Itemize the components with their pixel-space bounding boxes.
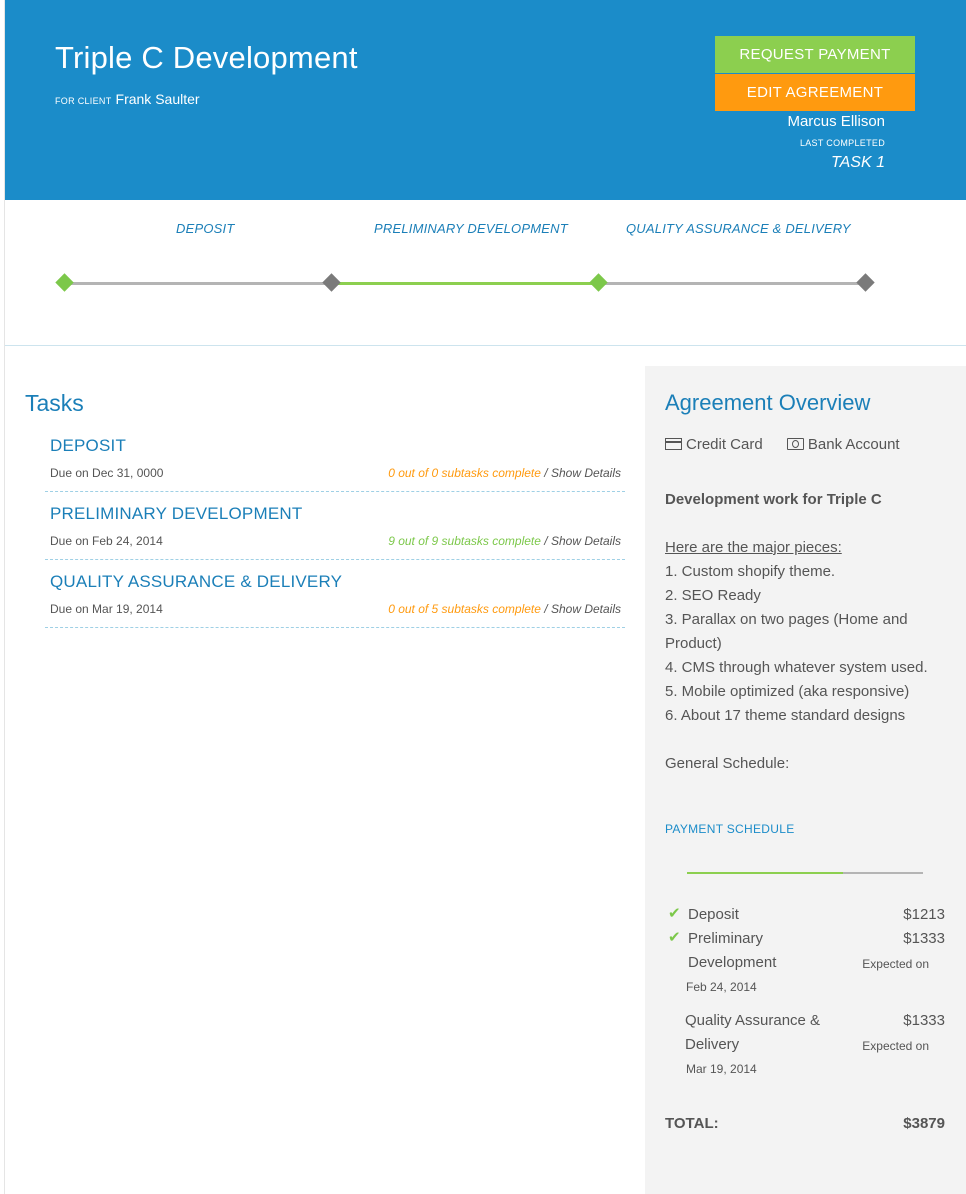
payment-expected-date: Mar 19, 2014 <box>686 1062 757 1076</box>
task-due-date: Due on Feb 24, 2014 <box>50 534 163 548</box>
task-name-link[interactable]: PRELIMINARY DEVELOPMENT <box>50 504 302 524</box>
client-label: FOR CLIENT <box>55 96 112 106</box>
description-line: 4. CMS through whatever system used. <box>665 659 928 676</box>
phase-label-deposit: DEPOSIT <box>176 221 235 236</box>
client-name: Frank Saulter <box>115 91 200 107</box>
owner-name: Marcus Ellison <box>787 113 885 130</box>
tasks-heading: Tasks <box>25 390 84 416</box>
task-row: PRELIMINARY DEVELOPMENT Due on Feb 24, 2… <box>45 504 625 560</box>
payment-item-amount: $1333 <box>903 1012 945 1029</box>
phase-label-quality-assurance: QUALITY ASSURANCE & DELIVERY <box>626 221 851 236</box>
bank-account-icon <box>786 438 804 450</box>
description-line: 6. About 17 theme standard designs <box>665 707 906 724</box>
milestone-node-1 <box>55 273 74 292</box>
show-details-link[interactable]: Show Details <box>551 534 621 548</box>
payment-item-name-text: Preliminary Development <box>688 930 777 971</box>
payment-item-amount: $1333 <box>903 930 945 947</box>
phase-label-preliminary-development: PRELIMINARY DEVELOPMENT <box>374 221 568 236</box>
milestone-progress: DEPOSIT PRELIMINARY DEVELOPMENT QUALITY … <box>5 200 966 346</box>
description-fade <box>665 768 955 786</box>
agreement-overview-panel: Agreement Overview Credit Card Bank Acco… <box>645 366 966 1194</box>
payment-item: ✔ Deposit $1213 <box>665 903 945 927</box>
description-heading: Development work for Triple C <box>665 491 882 508</box>
page-header: Triple C Development FOR CLIENT Frank Sau… <box>5 0 966 200</box>
milestone-node-3 <box>589 273 608 292</box>
task-meta: 9 out of 9 subtasks complete / Show Deta… <box>388 534 621 548</box>
progress-track-segment-2 <box>332 282 599 285</box>
progress-track-segment-3 <box>599 282 866 285</box>
task-name-link[interactable]: QUALITY ASSURANCE & DELIVERY <box>50 572 342 592</box>
agreement-description: Development work for Triple C Here are t… <box>665 488 955 786</box>
total-label: TOTAL: <box>665 1115 719 1132</box>
description-line: 2. SEO Ready <box>665 587 761 604</box>
payment-item-name: Deposit <box>688 906 739 923</box>
task-meta: 0 out of 5 subtasks complete / Show Deta… <box>388 602 621 616</box>
payment-expected-label: Expected on <box>862 957 929 971</box>
task-due-date: Due on Dec 31, 0000 <box>50 466 164 480</box>
payment-item-name-text: Quality Assurance & Delivery <box>685 1012 821 1053</box>
subtask-status: 0 out of 5 subtasks complete <box>388 602 541 616</box>
payment-methods: Credit Card Bank Account <box>665 436 920 453</box>
client-line: FOR CLIENT Frank Saulter <box>55 91 200 107</box>
payment-schedule-progress-fill <box>687 872 843 874</box>
show-details-link[interactable]: Show Details <box>551 466 621 480</box>
last-completed-label: LAST COMPLETED <box>799 138 885 148</box>
payment-method-bank-account[interactable]: Bank Account <box>786 436 900 453</box>
payment-method-label: Credit Card <box>686 436 763 453</box>
milestone-node-4 <box>856 273 875 292</box>
task-due-date: Due on Mar 19, 2014 <box>50 602 163 616</box>
agreement-page: Triple C Development FOR CLIENT Frank Sau… <box>4 0 966 1194</box>
meta-separator: / <box>540 602 551 616</box>
description-line: 3. Parallax on two pages (Home and Produ… <box>665 611 908 652</box>
payment-item: Quality Assurance & Delivery $1333 Expec… <box>665 1009 945 1079</box>
payment-method-credit-card[interactable]: Credit Card <box>665 436 763 453</box>
payment-item-name: Preliminary Development <box>688 927 828 975</box>
progress-track-segment-1 <box>65 282 332 285</box>
payment-item-amount: $1213 <box>903 906 945 923</box>
show-details-link[interactable]: Show Details <box>551 602 621 616</box>
check-icon: ✔ <box>668 929 681 946</box>
task-meta: 0 out of 0 subtasks complete / Show Deta… <box>388 466 621 480</box>
payment-method-label: Bank Account <box>807 436 900 453</box>
task-row: QUALITY ASSURANCE & DELIVERY Due on Mar … <box>45 572 625 628</box>
meta-separator: / <box>540 534 551 548</box>
payment-expected-date: Feb 24, 2014 <box>686 980 757 994</box>
milestone-node-2 <box>322 273 341 292</box>
description-line: 5. Mobile optimized (aka responsive) <box>665 683 910 700</box>
meta-separator: / <box>540 466 551 480</box>
request-payment-button[interactable]: REQUEST PAYMENT <box>715 36 915 73</box>
description-subheading: Here are the major pieces: <box>665 539 842 556</box>
subtask-status: 9 out of 9 subtasks complete <box>388 534 541 548</box>
task-row: DEPOSIT Due on Dec 31, 0000 0 out of 0 s… <box>45 436 625 492</box>
edit-agreement-button[interactable]: EDIT AGREEMENT <box>715 74 915 111</box>
agreement-overview-heading: Agreement Overview <box>665 390 871 415</box>
payment-expected-label: Expected on <box>862 1039 929 1053</box>
task-name-link[interactable]: DEPOSIT <box>50 436 126 456</box>
payment-item: ✔ Preliminary Development $1333 Expected… <box>665 927 945 997</box>
payment-item-name: Quality Assurance & Delivery <box>685 1009 845 1057</box>
total-value: $3879 <box>903 1115 945 1132</box>
check-icon: ✔ <box>668 905 681 922</box>
description-line: 1. Custom shopify theme. <box>665 563 836 580</box>
project-title: Triple C Development <box>55 40 358 75</box>
payment-schedule-progress <box>687 872 923 874</box>
payment-schedule-heading: PAYMENT SCHEDULE <box>665 822 795 836</box>
subtask-status: 0 out of 0 subtasks complete <box>388 466 541 480</box>
credit-card-icon <box>665 438 682 450</box>
last-completed-task: TASK 1 <box>831 154 885 171</box>
